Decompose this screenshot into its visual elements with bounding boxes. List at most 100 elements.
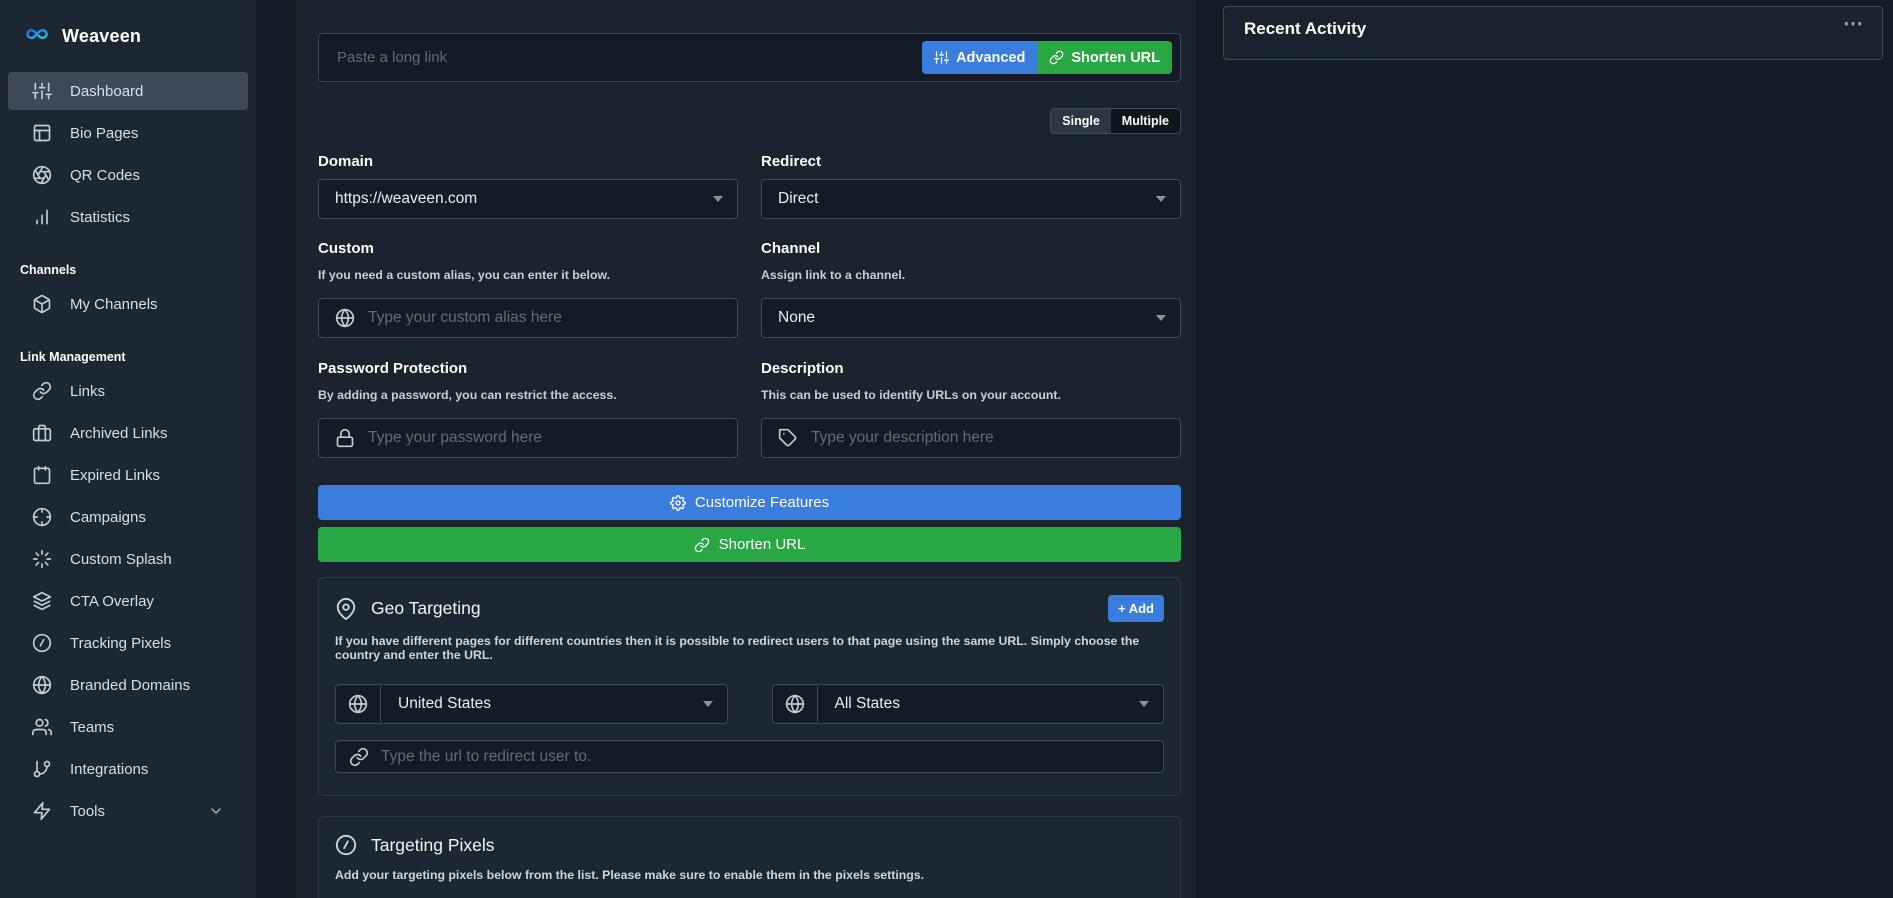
sidebar-item-campaigns[interactable]: Campaigns bbox=[8, 498, 248, 536]
form-row-custom-channel: Custom If you need a custom alias, you c… bbox=[318, 240, 1181, 338]
sidebar-item-statistics[interactable]: Statistics bbox=[8, 198, 248, 236]
geo-url-input[interactable] bbox=[381, 747, 1150, 766]
custom-help: If you need a custom alias, you can ente… bbox=[318, 268, 611, 282]
sidebar-item-expired-links[interactable]: Expired Links bbox=[8, 456, 248, 494]
description-label: Description bbox=[761, 360, 844, 377]
sidebar-item-archived-links[interactable]: Archived Links bbox=[8, 414, 248, 452]
bar-chart-icon bbox=[32, 207, 52, 227]
channel-label: Channel bbox=[761, 240, 821, 257]
geo-add-button[interactable]: + Add bbox=[1108, 595, 1164, 622]
domain-field-group: Domain https://weaveen.com bbox=[318, 153, 738, 219]
channel-help: Assign link to a channel. bbox=[761, 268, 906, 282]
long-link-input[interactable] bbox=[337, 49, 923, 66]
description-input[interactable] bbox=[811, 429, 1166, 447]
redirect-select[interactable]: Direct bbox=[761, 179, 1181, 219]
custom-label: Custom bbox=[318, 240, 374, 257]
sidebar-section-link-management: Link Management bbox=[20, 350, 126, 364]
sidebar-item-branded-domains[interactable]: Branded Domains bbox=[8, 666, 248, 704]
sidebar-item-qr-codes[interactable]: QR Codes bbox=[8, 156, 248, 194]
mode-toggle-row: Single Multiple bbox=[318, 108, 1181, 134]
sidebar-item-my-channels[interactable]: My Channels bbox=[8, 285, 248, 323]
aperture-icon bbox=[32, 165, 52, 185]
globe-icon bbox=[773, 685, 818, 723]
mode-single-option[interactable]: Single bbox=[1051, 109, 1111, 133]
custom-alias-input-wrap bbox=[318, 298, 738, 338]
sidebar-item-teams[interactable]: Teams bbox=[8, 708, 248, 746]
chevron-down-icon bbox=[208, 803, 224, 819]
sidebar-item-integrations[interactable]: Integrations bbox=[8, 750, 248, 788]
geo-url-input-wrap bbox=[335, 740, 1164, 773]
gear-icon bbox=[669, 494, 686, 511]
sidebar: Weaveen Dashboard Bio Pages QR Codes Sta… bbox=[0, 0, 256, 898]
customize-features-button[interactable]: Customize Features bbox=[318, 485, 1181, 520]
description-input-wrap bbox=[761, 418, 1181, 458]
pixel-icon bbox=[32, 633, 52, 653]
layout-icon bbox=[32, 123, 52, 143]
lock-icon bbox=[335, 428, 355, 448]
password-field-group: Password Protection By adding a password… bbox=[318, 360, 738, 458]
sidebar-item-bio-pages[interactable]: Bio Pages bbox=[8, 114, 248, 152]
domain-select[interactable]: https://weaveen.com bbox=[318, 179, 738, 219]
right-column: Recent Activity ⋯ bbox=[1223, 6, 1883, 898]
recent-activity-title: Recent Activity bbox=[1244, 19, 1367, 38]
geo-targeting-card: Geo Targeting + Add If you have differen… bbox=[318, 577, 1181, 796]
tag-icon bbox=[778, 428, 798, 448]
loader-icon bbox=[32, 549, 52, 569]
channel-select[interactable]: None bbox=[761, 298, 1181, 338]
chevron-down-icon bbox=[1139, 701, 1149, 707]
link-icon bbox=[694, 537, 709, 552]
briefcase-icon bbox=[32, 423, 52, 443]
redirect-field-group: Redirect Direct bbox=[761, 153, 1181, 219]
geo-state-select[interactable]: All States bbox=[771, 684, 1164, 724]
git-branch-icon bbox=[32, 759, 52, 779]
sidebar-section-channels: Channels bbox=[20, 263, 77, 277]
password-input[interactable] bbox=[368, 429, 723, 447]
geo-targeting-description: If you have different pages for differen… bbox=[335, 634, 1140, 662]
chevron-down-icon bbox=[713, 196, 723, 202]
map-pin-icon bbox=[335, 597, 357, 620]
shorten-url-button[interactable]: Shorten URL bbox=[1037, 41, 1172, 74]
shorten-bar: Advanced Shorten URL bbox=[318, 33, 1181, 82]
password-input-wrap bbox=[318, 418, 738, 458]
sidebar-nav: Dashboard Bio Pages QR Codes Statistics … bbox=[0, 72, 256, 830]
domain-label: Domain bbox=[318, 153, 374, 170]
link-icon bbox=[349, 747, 369, 767]
targeting-pixels-description: Add your targeting pixels below from the… bbox=[335, 868, 925, 882]
geo-selects-row: United States All States bbox=[335, 684, 1164, 724]
geo-targeting-header: Geo Targeting + Add bbox=[335, 595, 1164, 622]
advanced-button[interactable]: Advanced bbox=[922, 41, 1038, 74]
recent-activity-card: Recent Activity ⋯ bbox=[1223, 6, 1883, 60]
layers-icon bbox=[32, 591, 52, 611]
shorten-url-submit-button[interactable]: Shorten URL bbox=[318, 527, 1181, 562]
password-label: Password Protection bbox=[318, 360, 468, 377]
sliders-icon bbox=[32, 81, 52, 101]
sidebar-item-tracking-pixels[interactable]: Tracking Pixels bbox=[8, 624, 248, 662]
pixel-icon bbox=[335, 834, 357, 856]
main-panel: Advanced Shorten URL Single Multiple Dom… bbox=[296, 0, 1196, 898]
custom-alias-input[interactable] bbox=[368, 309, 723, 327]
targeting-pixels-title: Targeting Pixels bbox=[371, 834, 495, 855]
link-icon bbox=[1050, 50, 1064, 65]
mode-multiple-option[interactable]: Multiple bbox=[1110, 109, 1180, 133]
crosshair-icon bbox=[32, 507, 52, 527]
form-row-password-description: Password Protection By adding a password… bbox=[318, 360, 1181, 458]
zap-icon bbox=[32, 801, 52, 821]
brand-name: Weaveen bbox=[62, 25, 142, 46]
chevron-down-icon bbox=[1156, 315, 1166, 321]
sidebar-item-links[interactable]: Links bbox=[8, 372, 248, 410]
sidebar-item-dashboard[interactable]: Dashboard bbox=[8, 72, 248, 110]
chevron-down-icon bbox=[1156, 196, 1166, 202]
shorten-bar-buttons: Advanced Shorten URL bbox=[922, 41, 1172, 74]
form-row-domain-redirect: Domain https://weaveen.com Redirect Dire… bbox=[318, 153, 1181, 219]
sidebar-item-custom-splash[interactable]: Custom Splash bbox=[8, 540, 248, 578]
app-root: Weaveen Dashboard Bio Pages QR Codes Sta… bbox=[0, 0, 1893, 898]
sidebar-item-tools[interactable]: Tools bbox=[8, 792, 248, 830]
targeting-pixels-header: Targeting Pixels bbox=[335, 834, 1164, 856]
brand[interactable]: Weaveen bbox=[0, 18, 256, 54]
description-help: This can be used to identify URLs on you… bbox=[761, 388, 1061, 402]
sidebar-item-cta-overlay[interactable]: CTA Overlay bbox=[8, 582, 248, 620]
password-help: By adding a password, you can restrict t… bbox=[318, 388, 617, 402]
geo-country-select[interactable]: United States bbox=[335, 684, 728, 724]
chevron-down-icon bbox=[702, 701, 713, 707]
ellipsis-menu-icon[interactable]: ⋯ bbox=[1843, 11, 1864, 36]
